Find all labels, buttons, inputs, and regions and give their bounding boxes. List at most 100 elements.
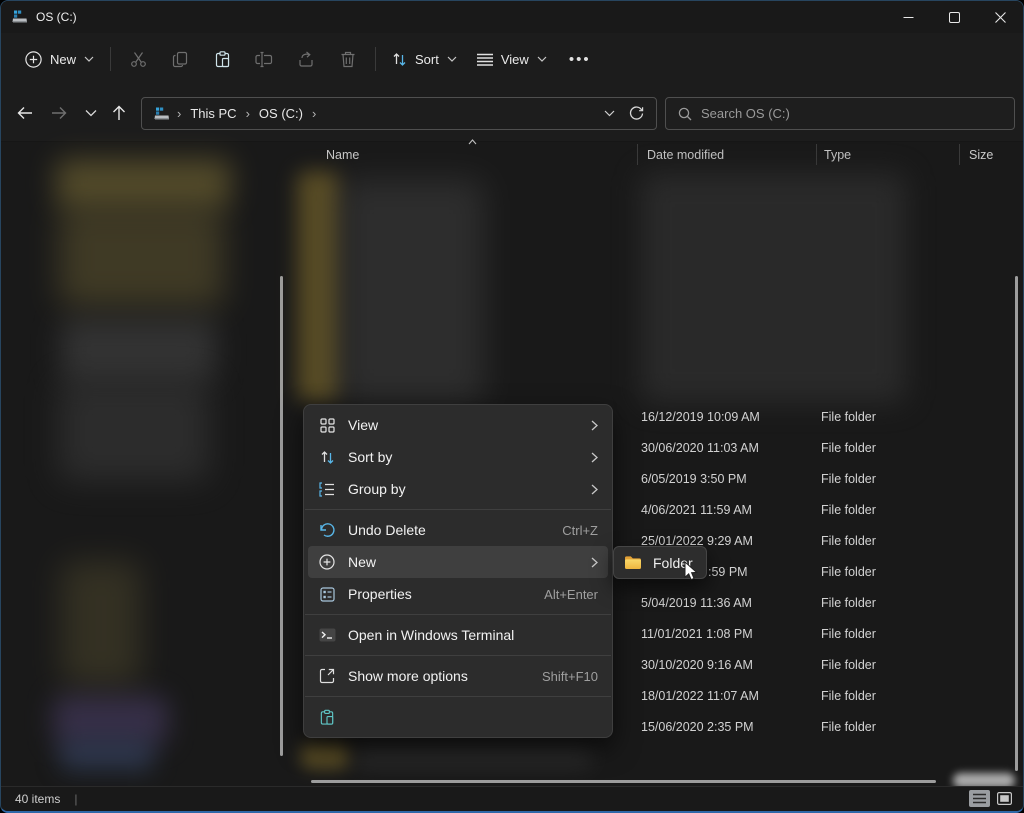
chevron-right-icon [591,557,598,568]
address-dropdown-icon[interactable] [604,110,615,117]
new-button-label: New [50,52,76,67]
new-button[interactable]: New [15,43,104,76]
menu-item-label: Show more options [348,668,468,684]
filelist-scrollbar[interactable] [1015,276,1018,771]
menu-shortcut: Alt+Enter [544,587,598,602]
group-list-icon [318,482,336,497]
undo-icon [318,523,336,537]
grid-view-icon [318,418,336,433]
cut-button[interactable] [117,42,159,76]
menu-item-sort-by[interactable]: Sort by [308,441,608,473]
close-button[interactable] [977,1,1023,33]
chevron-right-icon [591,452,598,463]
sort-ascending-icon [468,139,477,145]
title-bar: OS (C:) [1,1,1023,33]
menu-item-label: Group by [348,481,406,497]
redacted-nav-item [53,696,168,744]
plus-circle-icon [25,51,42,68]
rename-button[interactable] [243,42,285,76]
sort-arrows-icon [318,450,336,465]
breadcrumb-chevron: › [312,106,316,121]
menu-item-group-by[interactable]: Group by [308,473,608,505]
command-bar: New [1,33,1023,85]
menu-item-label: New [348,554,376,570]
redacted-nav-item [59,207,224,307]
back-button[interactable] [9,97,41,129]
minimize-button[interactable] [885,1,931,33]
properties-icon [318,587,336,602]
drive-icon [12,9,28,25]
view-button-label: View [501,52,529,67]
column-divider[interactable] [959,144,960,165]
sort-button[interactable]: Sort [382,44,467,75]
redacted-nav-item [61,561,141,686]
sort-button-label: Sort [415,52,439,67]
items-count: 40 items [15,792,60,806]
column-divider[interactable] [816,144,817,165]
drive-icon [154,106,170,122]
mouse-cursor [683,561,698,582]
menu-separator [305,614,611,615]
sort-arrows-icon [392,52,407,67]
menu-item-paste[interactable] [308,701,608,733]
maximize-button[interactable] [931,1,977,33]
menu-item-label: Open in Windows Terminal [348,627,514,643]
share-button[interactable] [285,42,327,76]
menu-shortcut: Ctrl+Z [562,523,598,538]
breadcrumb-bar[interactable]: › This PC › OS (C:) › [141,97,657,130]
search-icon [678,107,692,121]
terminal-icon [318,628,336,642]
redacted-nav-item [61,319,216,381]
chevron-down-icon [447,56,457,62]
breadcrumb-this-pc[interactable]: This PC [188,104,238,123]
menu-item-show-more-options[interactable]: Show more options Shift+F10 [308,660,608,692]
forward-button[interactable] [43,97,75,129]
redacted-file-dates [641,173,906,403]
menu-item-label: Undo Delete [348,522,426,538]
view-button[interactable]: View [467,44,557,75]
menu-item-view[interactable]: View [308,409,608,441]
redacted-file-row [353,746,593,768]
column-header-name[interactable]: Name [326,142,359,168]
column-header-size[interactable]: Size [969,142,993,168]
status-divider: | [74,792,77,806]
chevron-down-icon [537,56,547,62]
details-view-button[interactable] [969,790,990,807]
up-button[interactable] [103,97,135,129]
navpane-scrollbar[interactable] [280,276,283,756]
context-menu: View Sort by G [303,404,613,738]
large-icons-view-button[interactable] [994,790,1015,807]
menu-item-properties[interactable]: Properties Alt+Enter [308,578,608,610]
toolbar-separator [375,47,376,71]
redacted-nav-item [59,739,154,771]
expand-icon [318,668,336,684]
breadcrumb-os-c[interactable]: OS (C:) [257,104,305,123]
search-input[interactable] [701,106,981,121]
toolbar-separator [110,47,111,71]
menu-item-label: Sort by [348,449,392,465]
chevron-right-icon [591,420,598,431]
refresh-icon[interactable] [629,106,644,121]
column-divider[interactable] [637,144,638,165]
menu-separator [305,509,611,510]
horizontal-scrollbar[interactable] [311,780,936,783]
menu-item-open-in-windows-terminal[interactable]: Open in Windows Terminal [308,619,608,651]
see-more-button[interactable]: ••• [557,45,603,74]
delete-button[interactable] [327,42,369,76]
redacted-file-names [339,179,484,404]
menu-item-label: View [348,417,378,433]
copy-button[interactable] [159,42,201,76]
search-box[interactable] [665,97,1015,130]
menu-separator [305,655,611,656]
breadcrumb-chevron: › [177,106,181,121]
redacted-nav-item [56,159,231,207]
menu-item-undo-delete[interactable]: Undo Delete Ctrl+Z [308,514,608,546]
paste-button[interactable] [201,42,243,76]
column-header-date[interactable]: Date modified [647,142,724,168]
view-lines-icon [477,53,493,66]
menu-item-new[interactable]: New [308,546,608,578]
redacted-nav-item [59,381,209,481]
redacted-file-names [297,171,339,401]
window-title: OS (C:) [36,10,77,24]
column-header-type[interactable]: Type [824,142,851,168]
